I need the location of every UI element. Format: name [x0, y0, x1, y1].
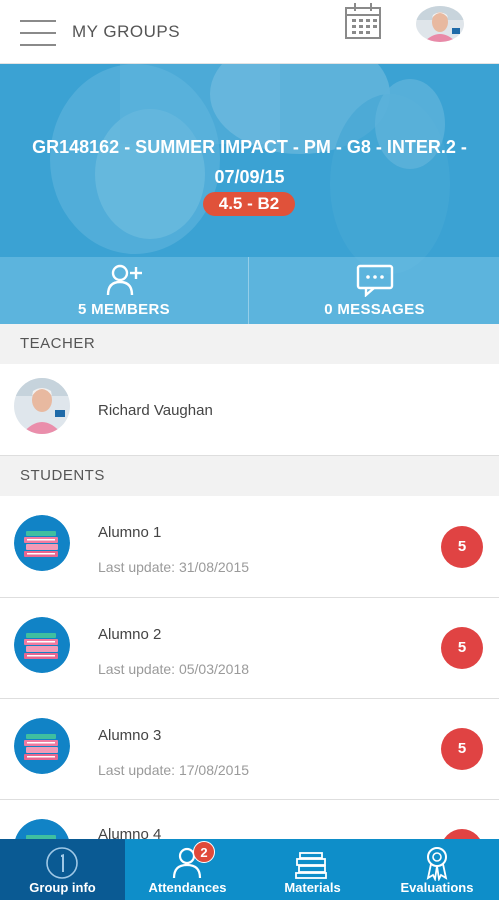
attendance-count-badge: 2 — [193, 841, 215, 863]
student-name: Alumno 2 — [98, 626, 162, 643]
books-icon — [295, 852, 327, 879]
teacher-section-header: TEACHER — [0, 324, 499, 364]
books-icon — [14, 617, 70, 673]
count-badge: 5 — [441, 728, 483, 770]
tab-label: Group info — [29, 880, 96, 895]
messages-button[interactable]: 0 MESSAGES — [250, 257, 499, 324]
award-ribbon-icon — [426, 847, 448, 881]
student-row[interactable]: Alumno 2 Last update: 05/03/2018 5 — [0, 598, 499, 699]
members-button[interactable]: 5 MEMBERS — [0, 257, 249, 324]
members-label: 5 MEMBERS — [78, 301, 170, 318]
student-name: Alumno 3 — [98, 727, 162, 744]
student-row[interactable]: Alumno 1 Last update: 31/08/2015 5 — [0, 496, 499, 598]
tab-label: Attendances — [148, 880, 227, 895]
count-badge: 5 — [441, 627, 483, 669]
tab-evaluations[interactable]: Evaluations — [375, 839, 499, 900]
group-hero: GR148162 - SUMMER IMPACT - PM - G8 - INT… — [0, 64, 499, 324]
students-section-header: STUDENTS — [0, 456, 499, 496]
student-last-update: Last update: 17/08/2015 — [98, 762, 250, 778]
calendar-icon[interactable] — [344, 2, 382, 40]
student-name: Alumno 1 — [98, 524, 162, 541]
student-last-update: Last update: 05/03/2018 — [98, 661, 250, 677]
tab-label: Materials — [284, 880, 341, 895]
message-icon — [356, 264, 394, 297]
books-icon — [14, 718, 70, 774]
add-member-icon — [106, 264, 142, 296]
tab-materials[interactable]: Materials — [250, 839, 375, 900]
hamburger-menu-icon[interactable] — [20, 20, 56, 46]
group-title: GR148162 - SUMMER IMPACT - PM - G8 - INT… — [32, 137, 467, 187]
info-circle-icon — [46, 847, 78, 879]
tab-label: Evaluations — [400, 880, 474, 895]
bottom-navigation: Group info 2 Attendances Materials Evalu… — [0, 839, 499, 900]
teacher-name: Richard Vaughan — [98, 402, 213, 419]
tab-group-info[interactable]: Group info — [0, 839, 125, 900]
teacher-row[interactable]: Richard Vaughan — [0, 364, 499, 456]
page-title: MY GROUPS — [72, 22, 181, 41]
teacher-avatar — [14, 378, 70, 434]
app-bar: MY GROUPS — [0, 0, 499, 64]
student-last-update: Last update: 31/08/2015 — [98, 559, 250, 575]
tab-attendances[interactable]: 2 Attendances — [125, 839, 250, 900]
user-avatar[interactable] — [416, 6, 464, 42]
books-icon — [14, 515, 70, 571]
level-badge: 4.5 - B2 — [203, 192, 295, 216]
student-row[interactable]: Alumno 3 Last update: 17/08/2015 5 — [0, 699, 499, 800]
count-badge: 5 — [441, 526, 483, 568]
messages-label: 0 MESSAGES — [324, 301, 425, 318]
group-stats-bar: 5 MEMBERS 0 MESSAGES — [0, 257, 499, 324]
